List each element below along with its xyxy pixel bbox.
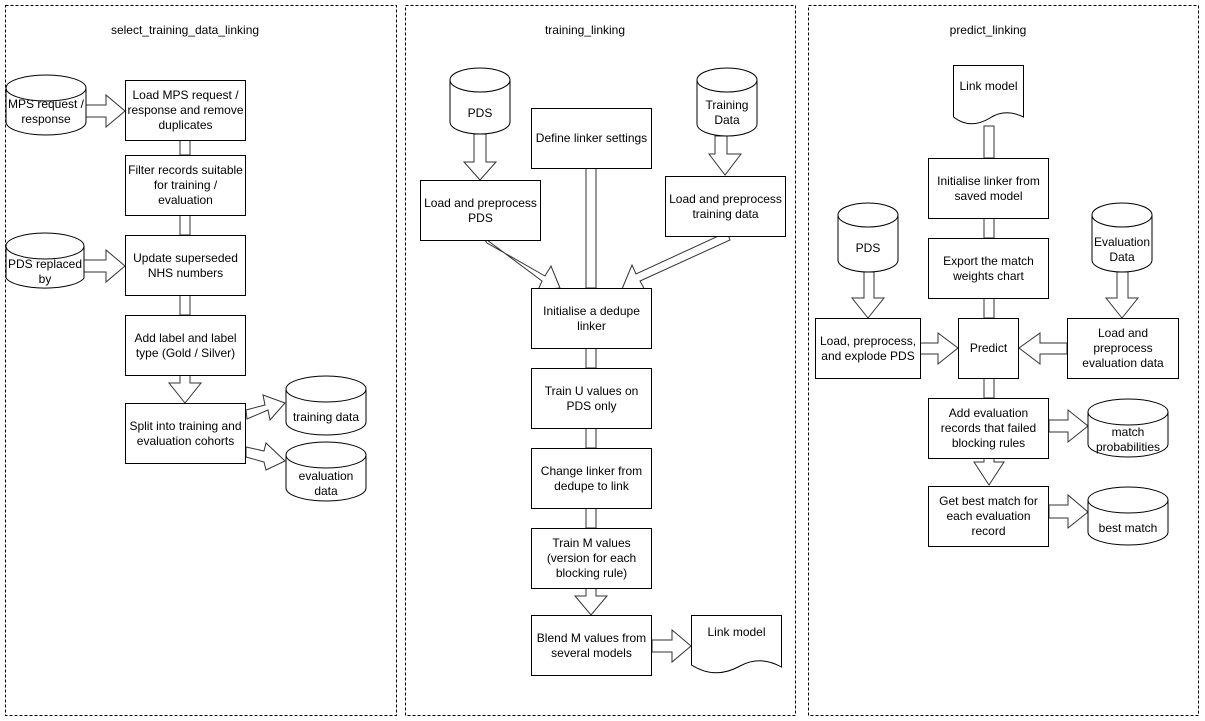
step-label: Add label and label type (Gold / Silver) [134,330,237,360]
connector-pipe [179,214,191,236]
datastore-label: MPS request / response [7,97,85,126]
step-label: Split into training and evaluation cohor… [129,418,242,448]
arrow-down [462,133,498,181]
connector-pipe [585,427,597,449]
arrow-down [707,135,743,176]
step-label: Predict [969,341,1008,355]
connector-pipe [179,294,191,316]
arrow-down [573,587,609,616]
step-label: Define linker settings [535,131,648,145]
step-label: Load and preprocess PDS [424,195,537,225]
arrow-right [919,332,959,366]
step-label: Load MPS request / response and remove d… [127,88,244,132]
datastore-label: Training Data [705,98,749,127]
connector-pipe [585,167,597,289]
step-label: Blend M values from several models [536,630,647,660]
panel-title: training_linking [544,23,626,37]
panel-title: predict_linking [949,23,1027,37]
step-label: Get best match for each evaluation recor… [939,494,1038,538]
datastore-label: evaluation data [298,469,354,498]
arrow-right [651,628,692,664]
document-label: Link model [959,78,1018,93]
connector-pipe [983,377,995,399]
connector-pipe [179,139,191,156]
arrow-down [850,271,886,319]
connector-pipe [983,297,995,319]
step-label: Train U values on PDS only [544,383,639,413]
connector-pipe [585,507,597,529]
step-label: Filter records suitable for training / e… [128,163,243,207]
arrow-down [167,374,203,404]
arrow-right [85,93,126,129]
step-label: Load and preprocess evaluation data [1082,326,1164,370]
step-label: Change linker from dedupe to link [540,463,643,493]
arrow-down [1104,271,1140,319]
document-label: Link model [707,624,766,639]
datastore-label: best match [1098,520,1158,535]
datastore-label: PDS [855,240,881,255]
arrow-right [1048,493,1089,530]
arrow-down [973,457,1005,486]
arrow-right [245,394,286,422]
datastore-label: PDS [467,105,493,120]
step-label: Train M values (version for each blockin… [546,536,637,580]
datastore-label: Evaluation Data [1093,235,1151,264]
connector-pipe [585,347,597,369]
step-label: Load, preprocess, and explode PDS [819,333,917,363]
connector-pipe [983,125,995,159]
arrow-diagonal [482,236,561,291]
arrow-right [245,442,286,471]
datastore-label: PDS replaced by [7,257,83,286]
panel-title: select_training_data_linking [110,23,260,37]
arrow-diagonal [621,231,731,293]
step-label: Load and preprocess training data [669,191,782,221]
step-label: Export the match weights chart [943,253,1034,283]
arrow-left [1018,332,1068,366]
step-label: Initialise linker from saved model [937,173,1040,203]
step-label: Update superseded NHS numbers [133,250,238,280]
step-label: Initialise a dedupe linker [543,303,640,333]
arrow-right [83,248,126,284]
arrow-right [1048,408,1089,444]
datastore-label: training data [292,409,360,424]
datastore-label: match probabilities [1095,425,1161,454]
connector-pipe [983,217,995,239]
step-label: Add evaluation records that failed block… [940,406,1037,450]
